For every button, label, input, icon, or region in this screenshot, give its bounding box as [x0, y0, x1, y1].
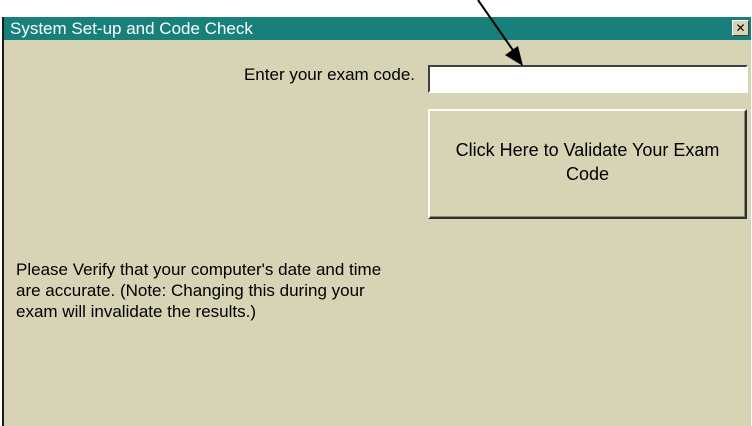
- date-time-note: Please Verify that your computer's date …: [16, 260, 382, 321]
- window-title: System Set-up and Code Check: [10, 19, 253, 38]
- dialog-window: System Set-up and Code Check ✕ Enter you…: [2, 17, 751, 426]
- title-bar[interactable]: System Set-up and Code Check ✕: [4, 17, 751, 40]
- close-icon: ✕: [735, 21, 746, 35]
- validate-code-button[interactable]: Click Here to Validate Your Exam Code: [428, 109, 747, 219]
- validate-button-label: Click Here to Validate Your Exam Code: [455, 140, 720, 184]
- close-button[interactable]: ✕: [732, 20, 749, 36]
- exam-code-input[interactable]: [428, 65, 748, 93]
- exam-code-label: Enter your exam code.: [243, 65, 415, 84]
